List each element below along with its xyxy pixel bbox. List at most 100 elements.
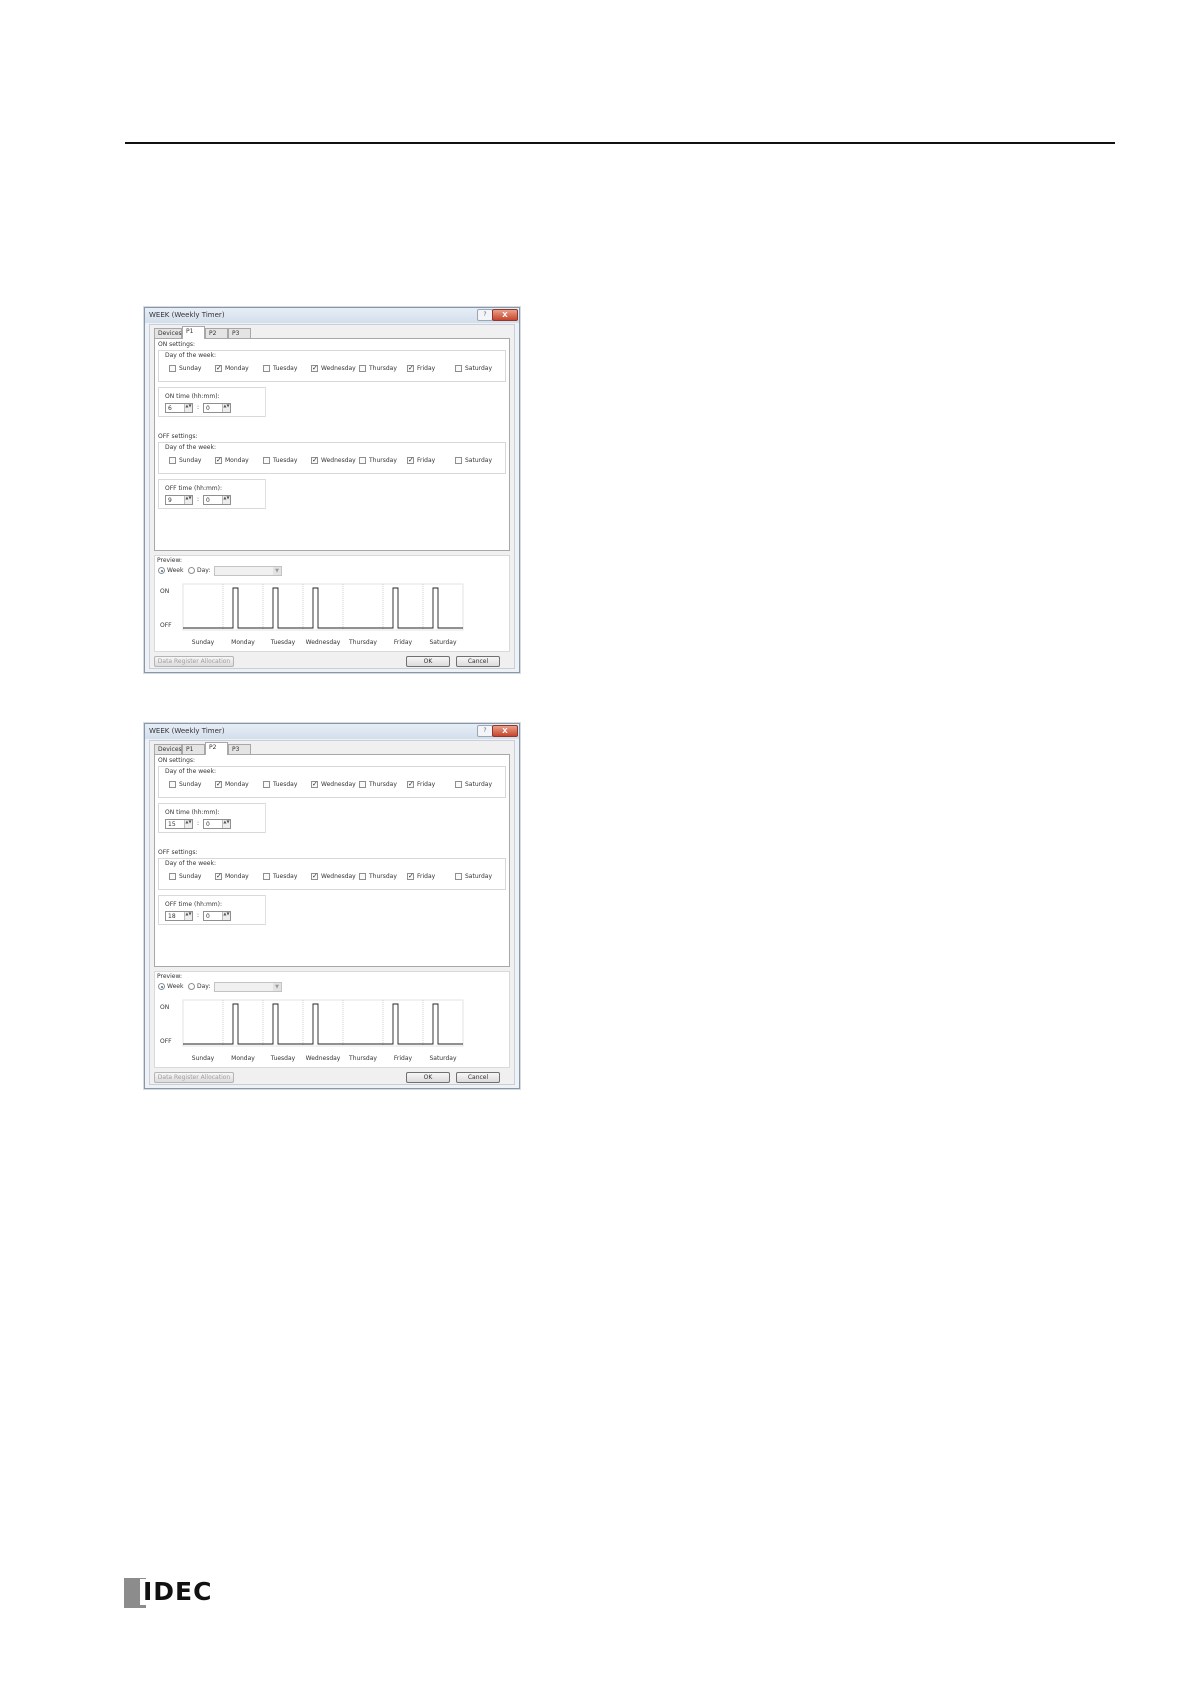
checkbox-tuesday[interactable] bbox=[263, 781, 270, 788]
on-minute-spinner[interactable]: 0 ▲▼ bbox=[203, 403, 231, 413]
checkbox-sunday[interactable] bbox=[169, 457, 176, 464]
checkbox-label: Friday bbox=[417, 781, 436, 788]
checkbox-label: Monday bbox=[225, 781, 249, 788]
minute-value: 0 bbox=[206, 405, 210, 412]
x-tick-label: Saturday bbox=[429, 639, 456, 646]
checkbox-label: Saturday bbox=[465, 873, 493, 880]
spin-arrows-icon[interactable]: ▲▼ bbox=[184, 912, 192, 920]
tab-p3[interactable]: P3 bbox=[228, 328, 251, 338]
checkbox-wednesday[interactable]: ✓ bbox=[311, 873, 318, 880]
tab-panel: ON settings: Day of the week: Sunday ✓ Monda… bbox=[154, 338, 510, 551]
cancel-button[interactable]: Cancel bbox=[456, 656, 500, 667]
checkbox-monday[interactable]: ✓ bbox=[215, 365, 222, 372]
ok-button[interactable]: OK bbox=[406, 1072, 450, 1083]
checkbox-label: Friday bbox=[417, 873, 436, 880]
x-tick-label: Monday bbox=[231, 1055, 255, 1062]
dialog-client-area: Devices P1 P2 P3 ON settings: Day of the week… bbox=[149, 324, 515, 669]
checkbox-monday[interactable]: ✓ bbox=[215, 873, 222, 880]
title-bar[interactable]: WEEK (Weekly Timer)? X bbox=[145, 308, 519, 323]
checkbox-label: Monday bbox=[225, 365, 249, 372]
checkbox-tuesday[interactable] bbox=[263, 873, 270, 880]
checkbox-label: Saturday bbox=[465, 781, 493, 788]
on-hour-spinner[interactable]: 6 ▲▼ bbox=[165, 403, 193, 413]
checkbox-wednesday[interactable]: ✓ bbox=[311, 365, 318, 372]
off-minute-spinner[interactable]: 0 ▲▼ bbox=[203, 911, 231, 921]
checkbox-label: Sunday bbox=[179, 781, 202, 788]
spin-arrows-icon[interactable]: ▲▼ bbox=[184, 820, 192, 828]
off-hour-spinner[interactable]: 9 ▲▼ bbox=[165, 495, 193, 505]
checkbox-label: Friday bbox=[417, 457, 436, 464]
hour-value: 9 bbox=[168, 497, 172, 504]
cancel-button[interactable]: Cancel bbox=[456, 1072, 500, 1083]
help-button[interactable]: ? bbox=[477, 725, 493, 737]
checkbox-saturday[interactable] bbox=[455, 457, 462, 464]
checkbox-label: Thursday bbox=[369, 457, 397, 464]
spin-arrows-icon[interactable]: ▲▼ bbox=[222, 404, 230, 412]
checkbox-label: Friday bbox=[417, 365, 436, 372]
x-tick-label: Friday bbox=[394, 1055, 413, 1062]
tab-devices[interactable]: Devices bbox=[154, 744, 182, 754]
checkbox-sunday[interactable] bbox=[169, 873, 176, 880]
spin-arrows-icon[interactable]: ▲▼ bbox=[222, 912, 230, 920]
off-settings-label: OFF settings: bbox=[158, 849, 198, 856]
checkbox-label: Sunday bbox=[179, 365, 202, 372]
checkbox-label: Saturday bbox=[465, 365, 493, 372]
tab-p1[interactable]: P1 bbox=[182, 744, 205, 754]
checkbox-thursday[interactable] bbox=[359, 457, 366, 464]
ok-button[interactable]: OK bbox=[406, 656, 450, 667]
on-minute-spinner[interactable]: 0 ▲▼ bbox=[203, 819, 231, 829]
checkbox-monday[interactable]: ✓ bbox=[215, 457, 222, 464]
preview-panel: Preview: Week Day: ▼ ON OFF Sunday Monday Tuesda… bbox=[154, 555, 510, 652]
checkbox-monday[interactable]: ✓ bbox=[215, 781, 222, 788]
checkbox-sunday[interactable] bbox=[169, 365, 176, 372]
checkbox-label: Sunday bbox=[179, 873, 202, 880]
checkbox-label: Monday bbox=[225, 457, 249, 464]
spin-arrows-icon[interactable]: ▲▼ bbox=[222, 496, 230, 504]
checkbox-saturday[interactable] bbox=[455, 873, 462, 880]
checkbox-saturday[interactable] bbox=[455, 365, 462, 372]
data-register-allocation-button[interactable]: Data Register Allocation bbox=[154, 656, 234, 667]
chart-plot-area bbox=[182, 583, 464, 631]
close-button[interactable]: X bbox=[492, 309, 518, 321]
help-button[interactable]: ? bbox=[477, 309, 493, 321]
tab-p3[interactable]: P3 bbox=[228, 744, 251, 754]
title-bar[interactable]: WEEK (Weekly Timer)? X bbox=[145, 724, 519, 739]
checkbox-wednesday[interactable]: ✓ bbox=[311, 457, 318, 464]
checkbox-tuesday[interactable] bbox=[263, 365, 270, 372]
checkbox-label: Wednesday bbox=[321, 873, 356, 880]
tab-p2[interactable]: P2 bbox=[205, 742, 228, 755]
off-minute-spinner[interactable]: 0 ▲▼ bbox=[203, 495, 231, 505]
header-rule bbox=[125, 142, 1115, 144]
checkbox-friday[interactable]: ✓ bbox=[407, 873, 414, 880]
spin-arrows-icon[interactable]: ▲▼ bbox=[184, 496, 192, 504]
x-tick-label: Tuesday bbox=[270, 639, 296, 646]
spin-arrows-icon[interactable]: ▲▼ bbox=[184, 404, 192, 412]
on-day-of-week-group: Day of the week: Sunday ✓ Monday Tuesday ✓ Wed… bbox=[158, 350, 506, 382]
checkbox-label: Tuesday bbox=[273, 781, 298, 788]
tab-p2[interactable]: P2 bbox=[205, 328, 228, 338]
checkbox-friday[interactable]: ✓ bbox=[407, 365, 414, 372]
on-time-label: ON time (hh:mm): bbox=[165, 393, 220, 400]
off-day-of-week-group: Day of the week: Sunday ✓ Monday Tuesday ✓ Wed… bbox=[158, 858, 506, 890]
checkbox-label: Tuesday bbox=[273, 365, 298, 372]
data-register-allocation-button[interactable]: Data Register Allocation bbox=[154, 1072, 234, 1083]
checkbox-thursday[interactable] bbox=[359, 781, 366, 788]
off-hour-spinner[interactable]: 18 ▲▼ bbox=[165, 911, 193, 921]
minute-value: 0 bbox=[206, 913, 210, 920]
checkbox-thursday[interactable] bbox=[359, 365, 366, 372]
spin-arrows-icon[interactable]: ▲▼ bbox=[222, 820, 230, 828]
close-button[interactable]: X bbox=[492, 725, 518, 737]
on-hour-spinner[interactable]: 15 ▲▼ bbox=[165, 819, 193, 829]
checkbox-friday[interactable]: ✓ bbox=[407, 781, 414, 788]
chart-plot-area bbox=[182, 999, 464, 1047]
checkbox-thursday[interactable] bbox=[359, 873, 366, 880]
checkbox-wednesday[interactable]: ✓ bbox=[311, 781, 318, 788]
tab-devices[interactable]: Devices bbox=[154, 328, 182, 338]
hour-value: 6 bbox=[168, 405, 172, 412]
checkbox-saturday[interactable] bbox=[455, 781, 462, 788]
checkbox-friday[interactable]: ✓ bbox=[407, 457, 414, 464]
checkbox-tuesday[interactable] bbox=[263, 457, 270, 464]
tab-p1[interactable]: P1 bbox=[182, 326, 205, 339]
checkbox-sunday[interactable] bbox=[169, 781, 176, 788]
x-tick-label: Saturday bbox=[429, 1055, 456, 1062]
